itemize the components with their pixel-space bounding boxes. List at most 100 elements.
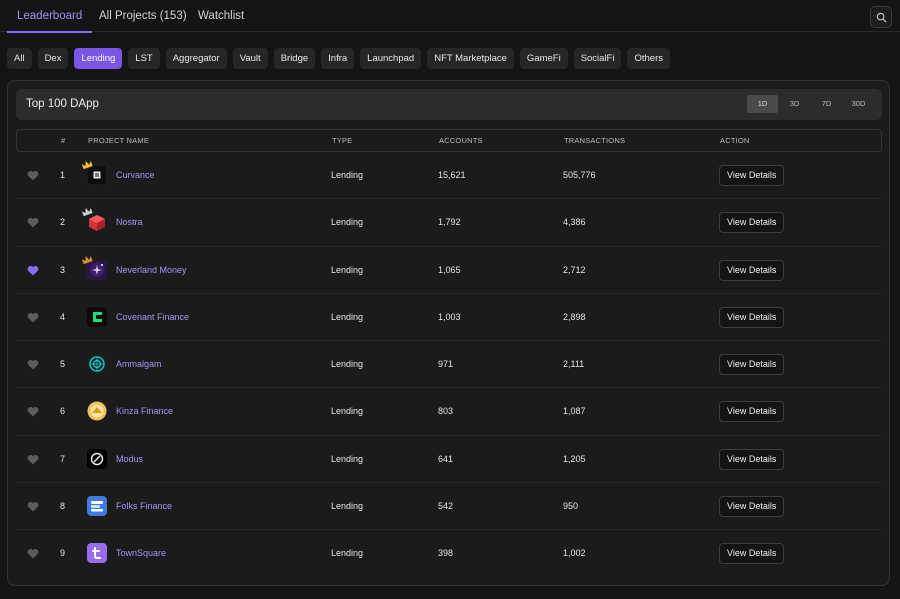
accounts-cell: 542 — [438, 501, 454, 512]
accounts-cell: 1,792 — [438, 217, 461, 228]
accounts-cell: 641 — [438, 453, 454, 464]
view-details-button[interactable]: View Details — [719, 259, 785, 281]
type-cell: Lending — [331, 311, 364, 322]
category-pill-nft-marketplace[interactable]: NFT Marketplace — [427, 48, 514, 69]
favorite-heart-icon[interactable] — [27, 548, 39, 559]
ammalgam-logo — [87, 354, 107, 374]
header-transactions: TRANSACTIONS — [564, 136, 626, 145]
table-row: 4 Covenant Finance Lending 1,003 2,898 View D… — [16, 294, 882, 342]
project-name-link[interactable]: Folks Finance — [116, 483, 172, 530]
type-cell: Lending — [331, 359, 364, 370]
rank-cell: 7 — [60, 453, 66, 464]
accounts-cell: 15,621 — [438, 170, 466, 180]
panel-title: Top 100 DApp — [26, 98, 99, 110]
view-details-button[interactable]: View Details — [719, 543, 785, 565]
range-7d[interactable]: 7D — [811, 95, 842, 113]
transactions-cell: 4,386 — [563, 217, 586, 228]
transactions-cell: 950 — [563, 501, 579, 512]
tab-leaderboard[interactable]: Leaderboard — [6, 0, 93, 33]
category-pill-all[interactable]: All — [7, 48, 32, 69]
rank-cell: 3 — [60, 264, 66, 275]
project-name-link[interactable]: TownSquare — [116, 530, 166, 577]
header-accounts: ACCOUNTS — [439, 136, 483, 145]
rank-cell: 1 — [60, 170, 66, 180]
view-details-button[interactable]: View Details — [719, 496, 785, 518]
table-row: 6 Kinza Finance Lending 803 1,087 View Detail… — [16, 388, 882, 436]
favorite-heart-icon[interactable] — [27, 170, 39, 181]
range-30d[interactable]: 30D — [843, 95, 874, 113]
type-cell: Lending — [331, 453, 364, 464]
type-cell: Lending — [331, 170, 364, 180]
project-name-link[interactable]: Neverland Money — [116, 247, 187, 294]
category-pill-gamefi[interactable]: GameFi — [519, 48, 568, 69]
category-pill-others[interactable]: Others — [627, 48, 670, 69]
view-details-button[interactable]: View Details — [719, 212, 785, 234]
tab-all-projects[interactable]: All Projects (153) — [99, 0, 187, 32]
type-cell: Lending — [331, 406, 364, 417]
favorite-heart-icon[interactable] — [27, 312, 39, 323]
project-name-link[interactable]: Curvance — [116, 152, 155, 199]
table-header: # PROJECT NAME TYPE ACCOUNTS TRANSACTION… — [16, 129, 882, 152]
accounts-cell: 1,065 — [438, 264, 461, 275]
favorite-heart-icon[interactable] — [27, 359, 39, 370]
header-project-name: PROJECT NAME — [88, 136, 150, 145]
category-pill-socialfi[interactable]: SocialFi — [573, 48, 622, 69]
transactions-cell: 1,002 — [563, 548, 586, 559]
table-row: 2 Nostra Lending 1,792 4,386 View Details — [16, 199, 882, 247]
rank-cell: 2 — [60, 217, 66, 228]
project-name-link[interactable]: Modus — [116, 436, 143, 483]
category-pill-launchpad[interactable]: Launchpad — [360, 48, 422, 69]
project-name-link[interactable]: Ammalgam — [116, 341, 162, 388]
project-name-link[interactable]: Covenant Finance — [116, 294, 189, 341]
rank-cell: 8 — [60, 501, 66, 512]
view-details-button[interactable]: View Details — [719, 448, 785, 470]
category-pill-aggregator[interactable]: Aggregator — [165, 48, 227, 69]
project-name-link[interactable]: Kinza Finance — [116, 388, 173, 435]
accounts-cell: 1,003 — [438, 311, 461, 322]
favorite-heart-icon[interactable] — [27, 454, 39, 465]
category-pill-bridge[interactable]: Bridge — [273, 48, 316, 69]
transactions-cell: 2,111 — [563, 359, 585, 370]
folks-logo — [87, 496, 107, 517]
search-button[interactable] — [870, 6, 892, 28]
type-cell: Lending — [331, 264, 364, 275]
category-pill-vault[interactable]: Vault — [232, 48, 268, 69]
accounts-cell: 398 — [438, 548, 454, 559]
view-details-button[interactable]: View Details — [719, 401, 785, 423]
view-details-button[interactable]: View Details — [719, 165, 785, 186]
townsquare-logo — [87, 543, 107, 564]
favorite-heart-icon[interactable] — [27, 265, 39, 276]
category-filter: All Dex Lending LST Aggregator Vault Bridge Inf… — [7, 48, 670, 69]
view-details-button[interactable]: View Details — [719, 354, 785, 376]
accounts-cell: 971 — [438, 359, 454, 370]
table-row: 1 Curvance Lending 15,621 505,776 View Detail… — [16, 152, 882, 200]
category-pill-infra[interactable]: Infra — [321, 48, 355, 69]
type-cell: Lending — [331, 217, 364, 228]
modus-logo — [87, 448, 107, 469]
top-nav: Leaderboard All Projects (153) Watchlist — [0, 0, 900, 33]
view-details-button[interactable]: View Details — [719, 306, 785, 328]
transactions-cell: 505,776 — [563, 170, 596, 180]
category-pill-lst[interactable]: LST — [128, 48, 160, 69]
favorite-heart-icon[interactable] — [27, 406, 39, 417]
panel-header: Top 100 DApp 1D 3D 7D 30D — [16, 89, 882, 120]
accounts-cell: 803 — [438, 406, 454, 417]
category-pill-lending[interactable]: Lending — [74, 48, 123, 69]
category-pill-dex[interactable]: Dex — [37, 48, 69, 69]
kinza-logo — [87, 401, 107, 421]
project-name-link[interactable]: Nostra — [116, 199, 143, 246]
favorite-heart-icon[interactable] — [27, 217, 39, 228]
header-type: TYPE — [332, 136, 353, 145]
table-row: 8 Folks Finance Lending 542 950 View Details — [16, 483, 882, 531]
favorite-heart-icon[interactable] — [27, 501, 39, 512]
range-1d[interactable]: 1D — [747, 95, 778, 113]
table-row: 9 TownSquare Lending 398 1,002 View Details — [16, 530, 882, 577]
tab-watchlist[interactable]: Watchlist — [198, 0, 244, 32]
covenant-logo — [87, 306, 107, 327]
header-rank: # — [61, 136, 66, 145]
range-3d[interactable]: 3D — [779, 95, 810, 113]
rank-cell: 6 — [60, 406, 66, 417]
table-row: 7 Modus Lending 641 1,205 View Details — [16, 436, 882, 484]
type-cell: Lending — [331, 548, 364, 559]
type-cell: Lending — [331, 501, 364, 512]
